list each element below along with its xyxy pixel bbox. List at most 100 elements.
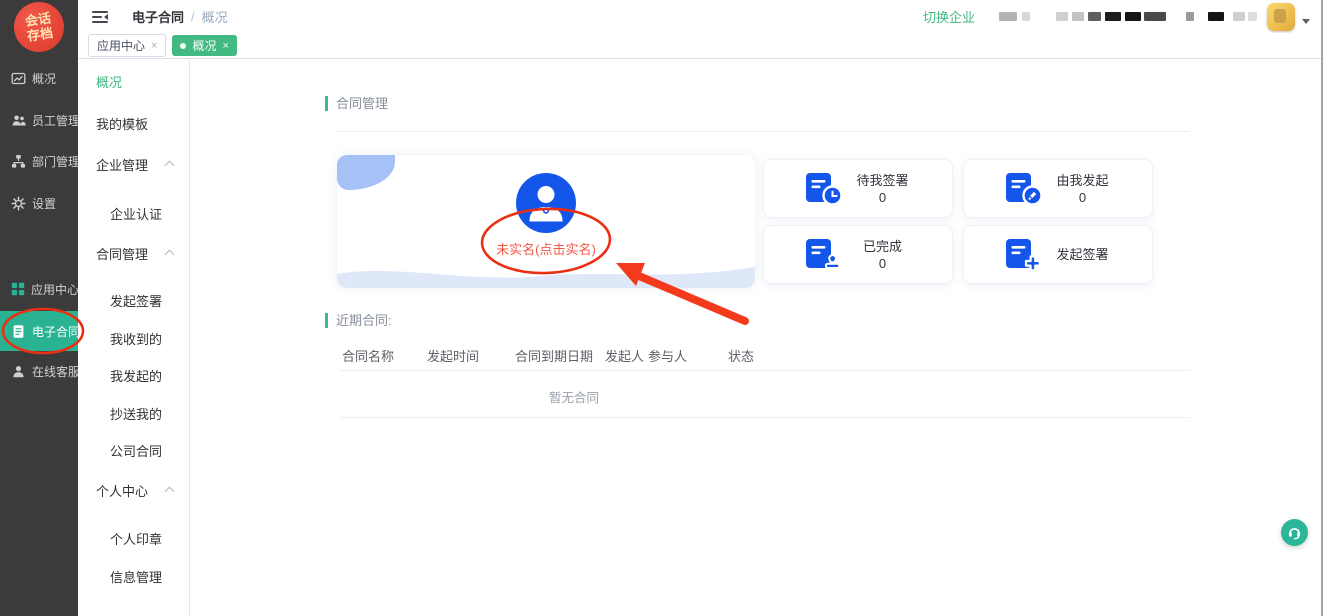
app-window: 会话 存档 概况 员工管理 (0, 0, 1324, 616)
tab-bar: 应用中心 × 概况 × (78, 33, 1324, 59)
breadcrumb-separator: / (191, 9, 195, 24)
menu-label: 概况 (96, 72, 122, 91)
menu-cc-to-me[interactable]: 抄送我的 (78, 403, 189, 423)
col-participants: 参与人 (648, 346, 687, 365)
logo-text-line2: 存档 (26, 25, 54, 43)
menu-overview[interactable]: 概况 (78, 71, 189, 91)
app-logo[interactable]: 会话 存档 (11, 0, 67, 55)
menu-label: 公司合同 (110, 441, 162, 460)
tab-label: 应用中心 (97, 37, 145, 54)
menu-label: 发起签署 (110, 291, 162, 310)
stat-label: 已完成 (843, 238, 922, 255)
chevron-up-icon (165, 487, 175, 497)
tab-close-icon[interactable]: × (151, 40, 157, 52)
menu-personal-seal[interactable]: 个人印章 (78, 528, 189, 548)
collapse-sidebar-icon[interactable] (92, 11, 108, 23)
realname-status-link[interactable]: 未实名(点击实名) (337, 239, 755, 258)
menu-initiate-sign[interactable]: 发起签署 (78, 290, 189, 310)
stat-card-start-signing[interactable]: 发起签署 (963, 225, 1153, 284)
chevron-up-icon (165, 250, 175, 260)
menu-label: 我的模板 (96, 114, 148, 133)
sidebar-item-label: 员工管理 (32, 112, 80, 129)
breadcrumb-root[interactable]: 电子合同 (132, 7, 184, 26)
menu-group-contracts[interactable]: 合同管理 (78, 243, 189, 263)
col-status: 状态 (728, 346, 754, 365)
menu-received[interactable]: 我收到的 (78, 328, 189, 348)
table-divider (340, 417, 1190, 418)
sidebar-item-overview[interactable]: 概况 (0, 64, 78, 92)
menu-info-management[interactable]: 信息管理 (78, 566, 189, 586)
sidebar-item-employees[interactable]: 员工管理 (0, 106, 78, 134)
sidebar-item-app-center[interactable]: 应用中心 (0, 275, 78, 303)
stat-card-completed[interactable]: 已完成 0 (763, 225, 953, 284)
active-tab-dot-icon (180, 43, 186, 49)
stat-value: 0 (1043, 189, 1122, 206)
annotation-arrow (0, 0, 1324, 616)
apps-grid-icon (11, 282, 25, 296)
stat-label: 发起签署 (1043, 246, 1122, 263)
tab-overview[interactable]: 概况 × (172, 35, 236, 56)
redacted-text-block (1088, 12, 1101, 21)
breadcrumb-current: 概况 (202, 7, 228, 26)
stat-value: 0 (843, 189, 922, 206)
sidebar-item-label: 概况 (32, 70, 56, 87)
scrollbar-track[interactable] (1321, 0, 1323, 616)
menu-company-contracts[interactable]: 公司合同 (78, 440, 189, 460)
sidebar-item-settings[interactable]: 设置 (0, 189, 78, 217)
empty-state-text: 暂无合同 (549, 387, 599, 406)
tab-close-icon[interactable]: × (222, 40, 228, 52)
sidebar-item-label: 设置 (32, 195, 56, 212)
menu-label: 企业管理 (96, 155, 148, 174)
doc-edit-icon (1003, 171, 1043, 207)
user-menu-caret-icon[interactable] (1302, 19, 1310, 24)
redacted-text-block (999, 12, 1017, 21)
menu-enterprise-auth[interactable]: 企业认证 (78, 203, 189, 223)
sidebar-item-departments[interactable]: 部门管理 (0, 147, 78, 175)
overview-icon (11, 71, 26, 86)
redacted-text-block (1105, 12, 1121, 21)
switch-company-link[interactable]: 切换企业 (923, 7, 975, 26)
stat-label: 由我发起 (1043, 172, 1122, 189)
sidebar-item-e-contract[interactable]: 电子合同 (0, 311, 78, 351)
customer-service-button[interactable] (1281, 519, 1308, 546)
sidebar-item-online-support[interactable]: 在线客服 (0, 357, 78, 385)
stat-card-initiated-by-me[interactable]: 由我发起 0 (963, 159, 1153, 218)
unverified-user-avatar-icon[interactable] (516, 173, 576, 233)
redacted-text-block (1208, 12, 1224, 21)
doc-clock-icon (803, 171, 843, 207)
tab-label: 概况 (192, 37, 216, 54)
menu-my-templates[interactable]: 我的模板 (78, 113, 189, 133)
menu-label: 个人印章 (110, 529, 162, 548)
redacted-text-block (1056, 12, 1068, 21)
menu-label: 抄送我的 (110, 404, 162, 423)
recent-contracts-title: 近期合同: (325, 313, 392, 328)
menu-initiated-by-me[interactable]: 我发起的 (78, 365, 189, 385)
redacted-text-block (1233, 12, 1245, 21)
menu-label: 合同管理 (96, 244, 148, 263)
departments-icon (11, 154, 26, 169)
header-right: 切换企业 (923, 3, 1310, 31)
redacted-text-block (1022, 12, 1030, 21)
table-divider (340, 370, 1190, 371)
sidebar-item-label: 在线客服 (32, 363, 80, 380)
tab-app-center[interactable]: 应用中心 × (88, 34, 166, 57)
sidebar-item-label: 部门管理 (32, 153, 80, 170)
col-expiry-date: 合同到期日期 (515, 346, 593, 365)
doc-plus-icon (1003, 237, 1043, 273)
support-person-icon (11, 364, 26, 379)
stat-card-awaiting-my-sign[interactable]: 待我签署 0 (763, 159, 953, 218)
contract-doc-icon (11, 324, 26, 339)
employees-icon (11, 113, 26, 128)
stat-label: 待我签署 (843, 172, 922, 189)
menu-label: 我发起的 (110, 366, 162, 385)
menu-label: 我收到的 (110, 329, 162, 348)
user-avatar[interactable] (1267, 3, 1295, 31)
top-header: 电子合同 / 概况 切换企业 (78, 0, 1324, 33)
redacted-text-block (1248, 12, 1257, 21)
sidebar-item-label: 应用中心 (31, 281, 79, 298)
menu-group-personal[interactable]: 个人中心 (78, 480, 189, 500)
menu-group-enterprise[interactable]: 企业管理 (78, 154, 189, 174)
stat-value: 0 (843, 255, 922, 272)
contract-management-title: 合同管理 (325, 96, 388, 111)
secondary-sidebar: 概况 我的模板 企业管理 企业认证 合同管理 发起签署 我收到的 我发起的 抄送… (78, 60, 190, 616)
